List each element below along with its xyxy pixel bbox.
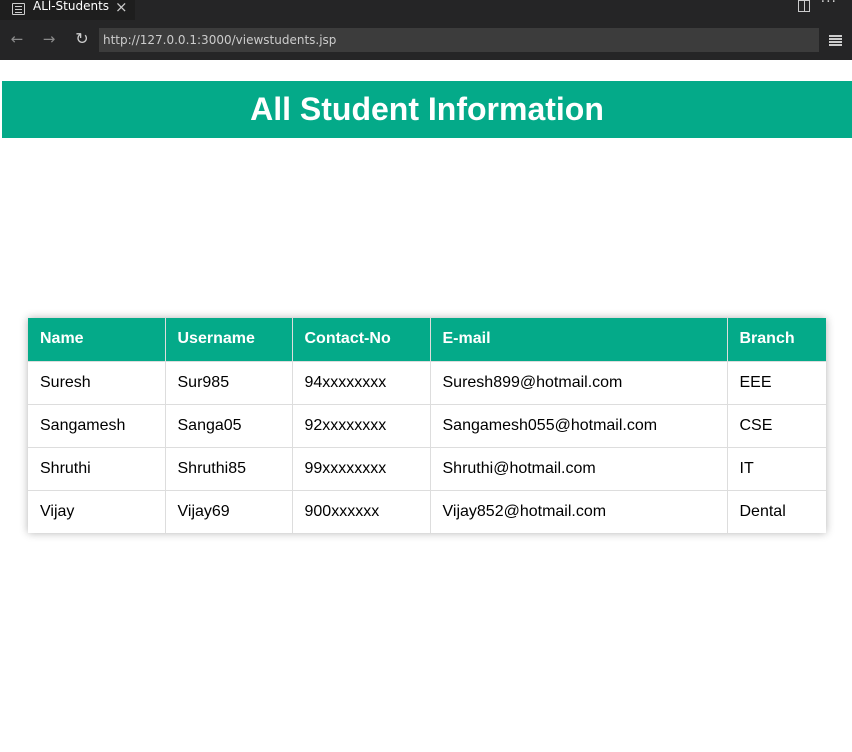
cell-branch: EEE (727, 360, 826, 404)
tab-bar: ALl-Students × ··· (0, 0, 852, 20)
cell-name: Vijay (28, 489, 166, 533)
cell-username: Shruthi85 (165, 446, 293, 490)
cell-username: Sanga05 (165, 403, 293, 447)
back-arrow-icon[interactable]: ← (7, 29, 27, 49)
column-header-name: Name (28, 318, 166, 361)
url-input[interactable]: http://127.0.0.1:3000/viewstudents.jsp (99, 28, 819, 52)
table-row: Shruthi Shruthi85 99xxxxxxxx Shruthi@hot… (28, 446, 826, 490)
cell-name: Sangamesh (28, 403, 166, 447)
navigation-bar: ← → ↻ http://127.0.0.1:3000/viewstudents… (0, 20, 852, 60)
table-row: Vijay Vijay69 900xxxxxx Vijay852@hotmail… (28, 489, 826, 533)
menu-icon[interactable] (829, 35, 842, 37)
cell-email: Shruthi@hotmail.com (430, 446, 728, 490)
column-header-branch: Branch (727, 318, 826, 361)
page-title: All Student Information (250, 91, 604, 127)
students-table-container: Name Username Contact-No E-mail Branch S… (28, 318, 826, 533)
split-editor-icon[interactable] (798, 0, 810, 12)
column-header-contact: Contact-No (292, 318, 431, 361)
cell-email: Sangamesh055@hotmail.com (430, 403, 728, 447)
cell-contact: 99xxxxxxxx (292, 446, 431, 490)
column-header-username: Username (165, 318, 293, 361)
cell-name: Shruthi (28, 446, 166, 490)
cell-branch: Dental (727, 489, 826, 533)
cell-username: Sur985 (165, 360, 293, 404)
table-row: Suresh Sur985 94xxxxxxxx Suresh899@hotma… (28, 360, 826, 404)
page-icon (12, 3, 25, 15)
cell-email: Vijay852@hotmail.com (430, 489, 728, 533)
cell-contact: 92xxxxxxxx (292, 403, 431, 447)
close-icon[interactable]: × (115, 0, 128, 16)
page-header: All Student Information (2, 81, 852, 138)
students-table: Name Username Contact-No E-mail Branch S… (28, 318, 826, 533)
cell-username: Vijay69 (165, 489, 293, 533)
more-icon[interactable]: ··· (821, 0, 837, 10)
forward-arrow-icon[interactable]: → (39, 29, 59, 49)
tab-title: ALl-Students (33, 0, 110, 13)
tab-all-students[interactable]: ALl-Students × (0, 0, 135, 20)
cell-name: Suresh (28, 360, 166, 404)
table-header-row: Name Username Contact-No E-mail Branch (28, 318, 826, 361)
cell-email: Suresh899@hotmail.com (430, 360, 728, 404)
table-row: Sangamesh Sanga05 92xxxxxxxx Sangamesh05… (28, 403, 826, 447)
cell-contact: 94xxxxxxxx (292, 360, 431, 404)
page-content: All Student Information Name Username Co… (2, 60, 852, 752)
cell-contact: 900xxxxxx (292, 489, 431, 533)
reload-icon[interactable]: ↻ (72, 29, 92, 49)
cell-branch: CSE (727, 403, 826, 447)
column-header-email: E-mail (430, 318, 728, 361)
cell-branch: IT (727, 446, 826, 490)
